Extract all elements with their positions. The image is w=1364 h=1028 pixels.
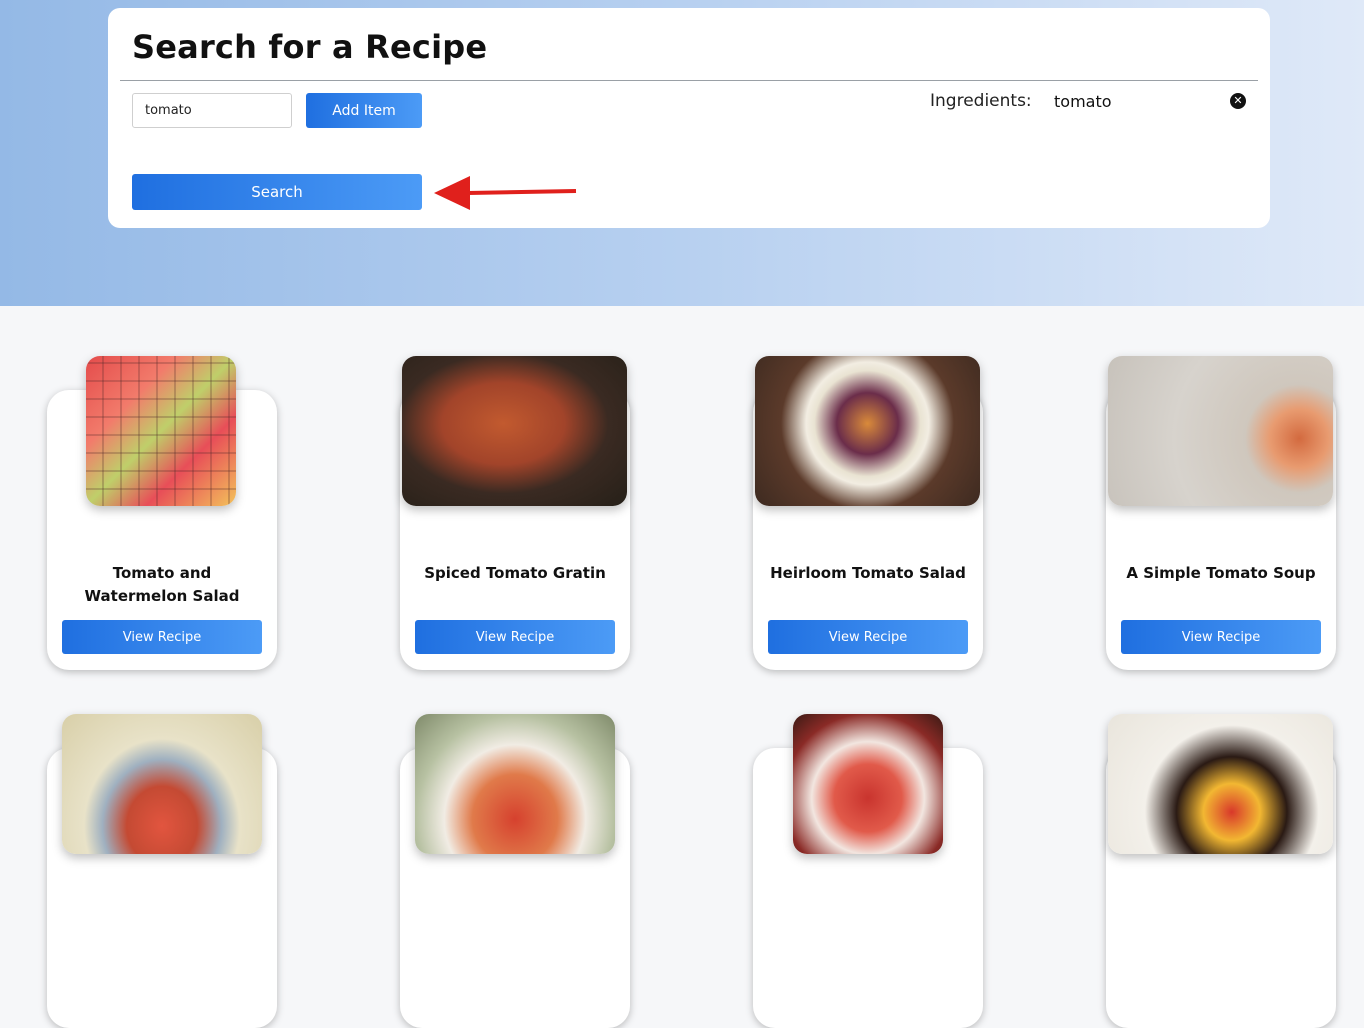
ingredients-label: Ingredients: [930, 91, 1032, 111]
recipe-title: Tomato and Watermelon Salad [84, 564, 240, 605]
view-recipe-button[interactable]: View Recipe [415, 620, 615, 654]
recipe-card [47, 714, 277, 1028]
recipe-image[interactable] [1108, 714, 1333, 854]
ingredient-chip: tomato [1054, 92, 1112, 111]
view-recipe-button[interactable]: View Recipe [62, 620, 262, 654]
recipe-image[interactable] [755, 356, 980, 506]
view-recipe-button[interactable]: View Recipe [768, 620, 968, 654]
recipe-card: Spiced Tomato Gratin View Recipe [400, 356, 630, 670]
recipe-image[interactable] [793, 714, 943, 854]
recipe-image[interactable] [1108, 356, 1333, 506]
page-title: Search for a Recipe [132, 28, 488, 66]
add-item-button[interactable]: Add Item [306, 93, 422, 128]
recipe-title: Heirloom Tomato Salad [770, 564, 966, 582]
search-panel: Search for a Recipe Add Item Ingredients… [108, 8, 1270, 228]
recipe-title: Spiced Tomato Gratin [424, 564, 606, 582]
recipe-card: Heirloom Tomato Salad View Recipe [753, 356, 983, 670]
recipe-card [1106, 714, 1336, 1028]
recipe-card: A Simple Tomato Soup View Recipe [1106, 356, 1336, 670]
ingredient-input[interactable] [132, 93, 292, 128]
annotation-arrow-icon [434, 176, 577, 210]
view-recipe-button[interactable]: View Recipe [1121, 620, 1321, 654]
remove-ingredient-icon[interactable]: ✕ [1230, 93, 1246, 109]
recipe-image[interactable] [62, 714, 262, 854]
recipe-image[interactable] [402, 356, 627, 506]
recipe-image[interactable] [86, 356, 236, 506]
recipe-title: A Simple Tomato Soup [1126, 564, 1316, 582]
recipe-card: Tomato and Watermelon Salad View Recipe [47, 356, 277, 670]
search-button[interactable]: Search [132, 174, 422, 210]
recipe-image[interactable] [415, 714, 615, 854]
recipe-grid: Tomato and Watermelon Salad View Recipe … [0, 306, 1364, 1028]
divider [120, 80, 1258, 81]
recipe-card [400, 714, 630, 1028]
recipe-card [753, 714, 983, 1028]
